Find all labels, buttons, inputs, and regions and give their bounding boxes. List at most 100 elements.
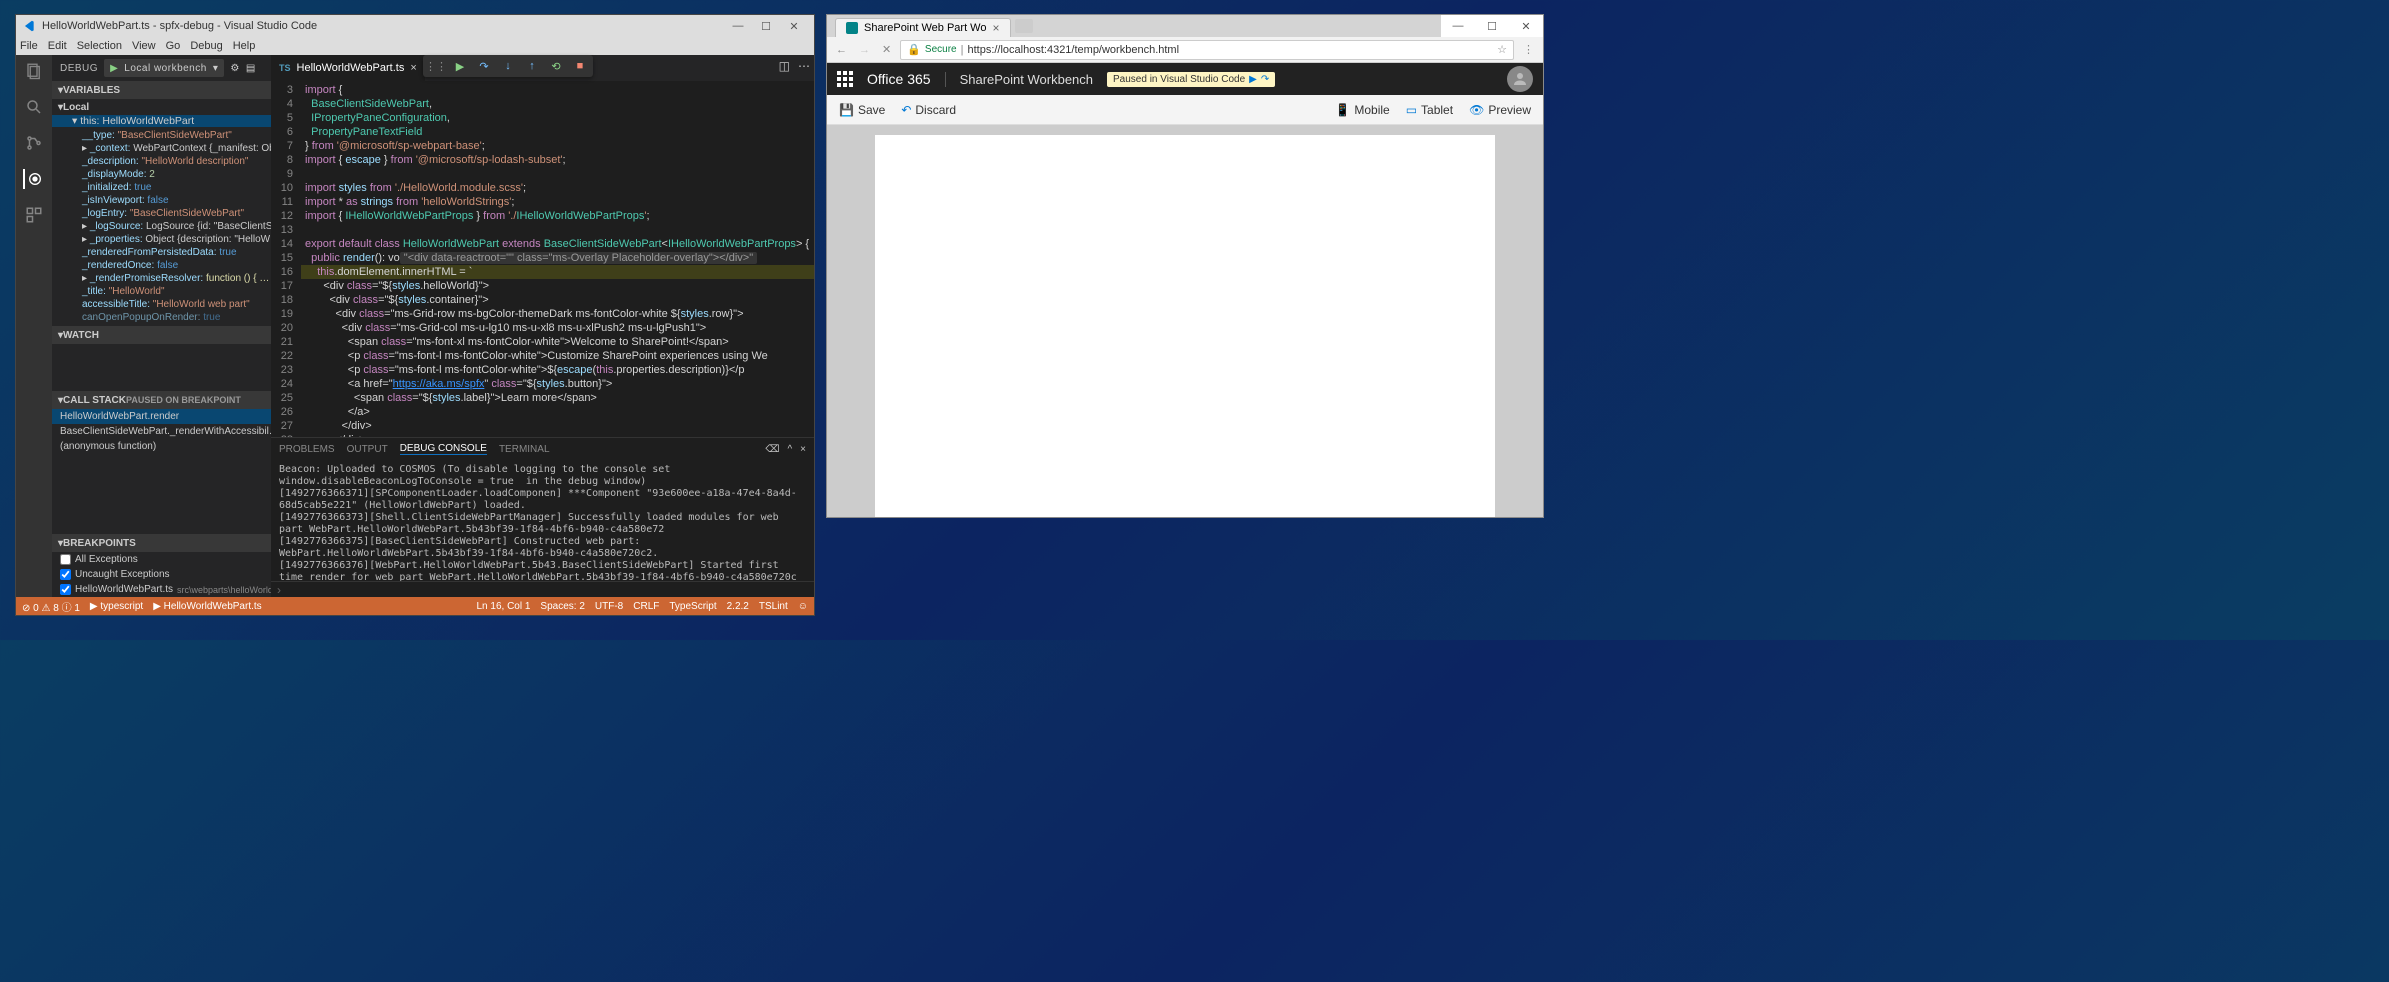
indentation[interactable]: Spaces: 2: [540, 601, 584, 612]
close-panel-icon[interactable]: ×: [800, 444, 806, 455]
var-item[interactable]: _initialized: true: [58, 181, 265, 194]
code-editor[interactable]: 3456789101112131415161718192021222324252…: [271, 81, 814, 437]
breakpoint-uncaught-exceptions[interactable]: Uncaught Exceptions: [52, 567, 271, 582]
output-tab[interactable]: OUTPUT: [347, 444, 388, 455]
user-avatar[interactable]: [1507, 66, 1533, 92]
restart-button[interactable]: ⟲: [547, 57, 565, 75]
maximize-panel-icon[interactable]: ^: [787, 444, 792, 455]
var-item[interactable]: __type: "BaseClientSideWebPart": [58, 129, 265, 142]
var-item[interactable]: ▸ _context: WebPartContext {_manifest: O…: [58, 142, 265, 155]
var-item[interactable]: _description: "HelloWorld description": [58, 155, 265, 168]
feedback-icon[interactable]: ☺: [798, 601, 808, 612]
menu-edit[interactable]: Edit: [48, 40, 67, 52]
status-errors[interactable]: ⊘ 0 ⚠ 8 ⓘ 1: [22, 599, 80, 614]
debug-console-toggle-icon[interactable]: ▤: [246, 63, 256, 74]
save-button[interactable]: 💾Save: [839, 103, 885, 117]
close-button[interactable]: ✕: [780, 20, 808, 33]
step-out-button[interactable]: ↑: [523, 57, 541, 75]
close-button[interactable]: ✕: [1509, 15, 1543, 37]
var-item[interactable]: canOpenPopupOnRender: true: [58, 311, 265, 324]
maximize-button[interactable]: ☐: [752, 20, 780, 33]
play-icon[interactable]: ▶: [110, 63, 118, 74]
status-file-button[interactable]: ▶ HelloWorldWebPart.ts: [153, 601, 261, 612]
debug-console-tab[interactable]: DEBUG CONSOLE: [400, 443, 487, 455]
terminal-tab[interactable]: TERMINAL: [499, 444, 550, 455]
step-over-button[interactable]: ↷: [475, 57, 493, 75]
var-item[interactable]: _displayMode: 2: [58, 168, 265, 181]
menu-help[interactable]: Help: [233, 40, 256, 52]
ts-version[interactable]: 2.2.2: [727, 601, 749, 612]
app-launcher-icon[interactable]: [837, 71, 853, 87]
address-bar[interactable]: 🔒 Secure | https://localhost:4321/temp/w…: [900, 40, 1514, 60]
breakpoint-all-exceptions[interactable]: All Exceptions: [52, 552, 271, 567]
menu-go[interactable]: Go: [166, 40, 181, 52]
callstack-section-header[interactable]: ▾ CALL STACKPAUSED ON BREAKPOINT: [52, 391, 271, 409]
office365-brand[interactable]: Office 365: [867, 71, 931, 87]
debug-console-output[interactable]: Beacon: Uploaded to COSMOS (To disable l…: [271, 460, 814, 581]
eol[interactable]: CRLF: [633, 601, 659, 612]
var-this[interactable]: ▾ this: HelloWorldWebPart: [52, 115, 271, 127]
variables-section-header[interactable]: ▾ VARIABLES: [52, 81, 271, 99]
var-item[interactable]: _renderedFromPersistedData: true: [58, 246, 265, 259]
menu-debug[interactable]: Debug: [190, 40, 222, 52]
stop-button[interactable]: ■: [571, 57, 589, 75]
dropdown-icon[interactable]: ▾: [213, 63, 219, 74]
code-content[interactable]: import { BaseClientSideWebPart, IPropert…: [301, 81, 814, 437]
browser-tab[interactable]: SharePoint Web Part Wo ×: [835, 18, 1011, 37]
watch-section-header[interactable]: ▾ WATCH: [52, 326, 271, 344]
debug-icon[interactable]: [23, 169, 43, 189]
language-mode[interactable]: TypeScript: [669, 601, 716, 612]
close-tab-icon[interactable]: ×: [410, 62, 416, 74]
continue-button[interactable]: ▶: [451, 57, 469, 75]
minimize-button[interactable]: —: [1441, 15, 1475, 37]
minimize-button[interactable]: —: [724, 20, 752, 32]
var-item[interactable]: ▸ _renderPromiseResolver: function () { …: [58, 272, 265, 285]
clear-console-icon[interactable]: ⌫: [765, 444, 779, 455]
encoding[interactable]: UTF-8: [595, 601, 623, 612]
var-item[interactable]: _title: "HelloWorld": [58, 285, 265, 298]
var-item[interactable]: ▸ _logSource: LogSource {id: "BaseClient…: [58, 220, 265, 233]
split-editor-icon[interactable]: ◫: [779, 59, 790, 73]
callstack-frame[interactable]: HelloWorldWebPart.render: [52, 409, 271, 424]
forward-button[interactable]: →: [856, 44, 873, 56]
step-icon[interactable]: ↷: [1261, 74, 1269, 85]
var-item[interactable]: _logEntry: "BaseClientSideWebPart": [58, 207, 265, 220]
search-icon[interactable]: [24, 97, 44, 117]
menu-selection[interactable]: Selection: [77, 40, 122, 52]
callstack-frame[interactable]: BaseClientSideWebPart._renderWithAccessi…: [52, 424, 271, 439]
breakpoint-item[interactable]: HelloWorldWebPart.tssrc\webparts\helloWo…: [52, 582, 271, 597]
tslint[interactable]: TSLint: [759, 601, 788, 612]
reload-button[interactable]: ✕: [879, 43, 894, 56]
var-item[interactable]: accessibleTitle: "HelloWorld web part": [58, 298, 265, 311]
debug-console-input[interactable]: ›: [271, 581, 814, 597]
drag-handle-icon[interactable]: ⋮⋮: [427, 57, 445, 75]
menu-file[interactable]: File: [20, 40, 38, 52]
local-scope[interactable]: ▾ Local: [52, 99, 271, 115]
bookmark-icon[interactable]: ☆: [1497, 43, 1507, 56]
discard-button[interactable]: ↶Discard: [901, 103, 956, 117]
editor-tab[interactable]: TS HelloWorldWebPart.ts ×: [271, 55, 426, 81]
cursor-position[interactable]: Ln 16, Col 1: [476, 601, 530, 612]
more-actions-icon[interactable]: ⋯: [798, 59, 810, 73]
back-button[interactable]: ←: [833, 44, 850, 56]
explorer-icon[interactable]: [24, 61, 44, 81]
preview-button[interactable]: 👁Preview: [1469, 103, 1531, 117]
resume-icon[interactable]: ▶: [1249, 74, 1257, 85]
var-item[interactable]: _renderedOnce: false: [58, 259, 265, 272]
status-lang-button[interactable]: ▶ typescript: [90, 601, 143, 612]
tablet-view-button[interactable]: ▭Tablet: [1406, 103, 1453, 117]
close-tab-icon[interactable]: ×: [993, 21, 1000, 35]
var-item[interactable]: ▸ _properties: Object {description: "Hel…: [58, 233, 265, 246]
step-into-button[interactable]: ↓: [499, 57, 517, 75]
problems-tab[interactable]: PROBLEMS: [279, 444, 335, 455]
var-item[interactable]: _isInViewport: false: [58, 194, 265, 207]
git-icon[interactable]: [24, 133, 44, 153]
extensions-icon[interactable]: [24, 205, 44, 225]
gear-icon[interactable]: ⚙: [230, 63, 239, 74]
menu-button[interactable]: ⋮: [1520, 43, 1537, 56]
mobile-view-button[interactable]: 📱Mobile: [1335, 103, 1389, 117]
debug-config-selector[interactable]: ▶ Local workbench ▾: [104, 59, 224, 77]
maximize-button[interactable]: ☐: [1475, 15, 1509, 37]
menu-view[interactable]: View: [132, 40, 156, 52]
breakpoints-section-header[interactable]: ▾ BREAKPOINTS: [52, 534, 271, 552]
